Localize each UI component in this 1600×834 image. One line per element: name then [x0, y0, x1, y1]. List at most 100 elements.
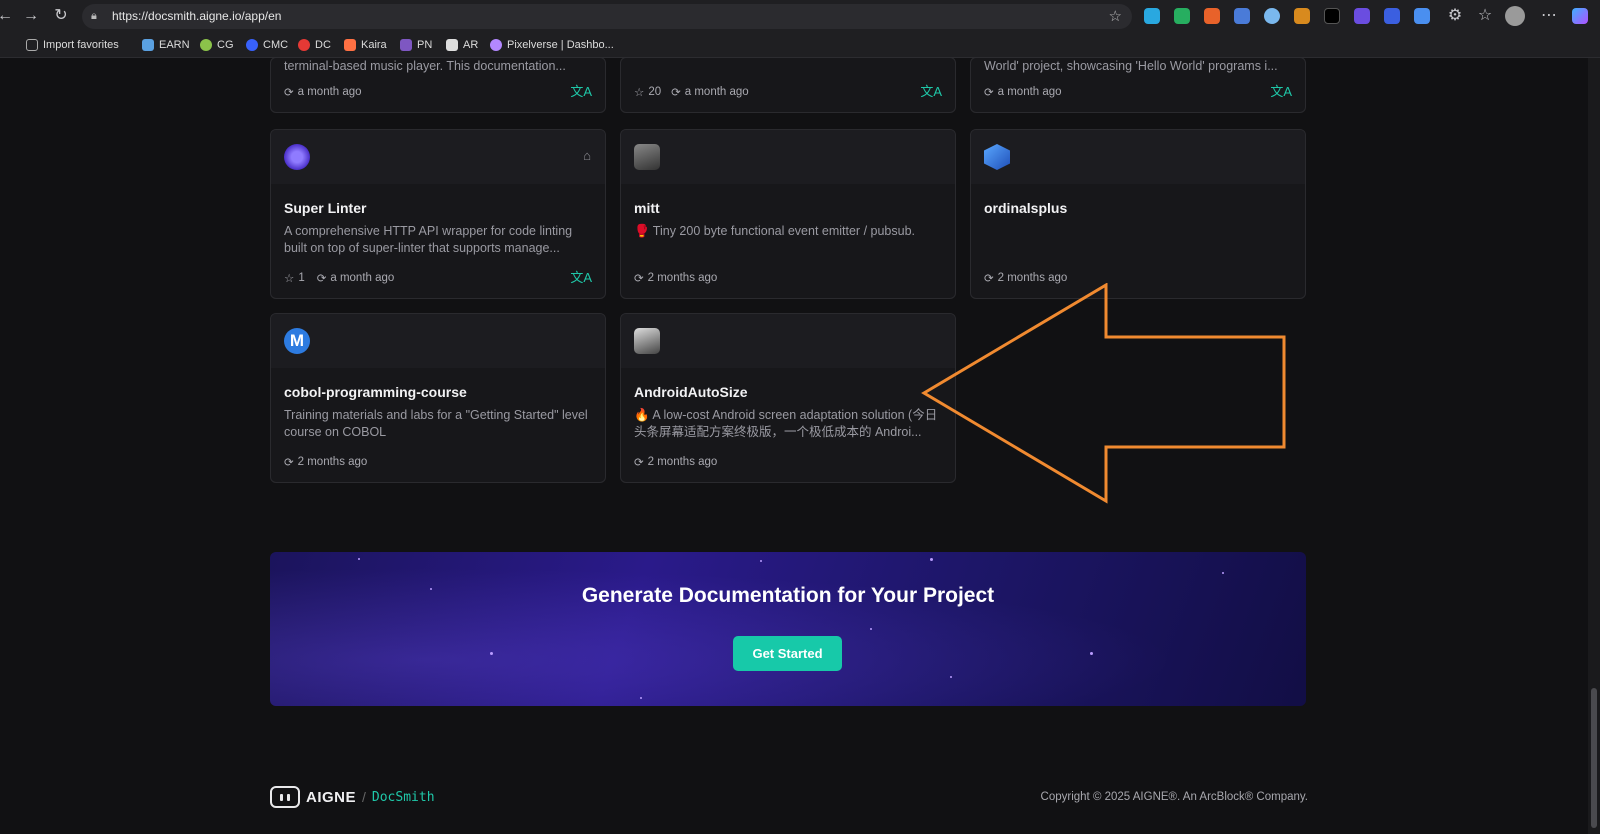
bookmark-label: AR: [463, 39, 479, 51]
back-icon[interactable]: ←: [0, 5, 16, 27]
project-card-androidautosize[interactable]: AndroidAutoSize 🔥 A low-cost Android scr…: [620, 313, 956, 483]
card-stars: 20: [648, 86, 662, 98]
translate-icon: 文A: [570, 84, 592, 99]
card-header: [621, 130, 955, 184]
banner-star: [1222, 572, 1224, 574]
card-meta: ☆ 1 ⟳ a month ago: [284, 271, 394, 285]
banner-headline: Generate Documentation for Your Project: [581, 584, 995, 607]
banner-star: [930, 558, 933, 561]
extension-icon[interactable]: [1354, 8, 1370, 24]
bookmark-import-favorites[interactable]: Import favorites: [26, 37, 119, 53]
card-meta: ⟳ 2 months ago: [284, 455, 367, 469]
reload-icon[interactable]: ↻: [50, 5, 72, 27]
bookmark-icon: [298, 39, 310, 51]
banner-star: [490, 652, 493, 655]
bookmark-cg[interactable]: CG: [200, 37, 234, 53]
bookmarks-bar: Import favorites EARN CG CMC DC Kaira PN…: [0, 34, 1600, 56]
project-card-super-linter[interactable]: ⌂ Super Linter A comprehensive HTTP API …: [270, 129, 606, 299]
card-title: cobol-programming-course: [284, 384, 467, 400]
project-card-mitt[interactable]: mitt 🥊 Tiny 200 byte functional event em…: [620, 129, 956, 299]
card-updated: a month ago: [297, 86, 362, 98]
card-title: mitt: [634, 200, 660, 216]
footer-logo[interactable]: AIGNE / DocSmith: [270, 786, 435, 808]
update-icon: ⟳: [284, 457, 294, 469]
project-card[interactable]: World' project, showcasing 'Hello World'…: [970, 58, 1306, 113]
cta-banner: Generate Documentation for Your Project …: [270, 552, 1306, 706]
extension-icon[interactable]: [1144, 8, 1160, 24]
extension-icon[interactable]: [1384, 8, 1400, 24]
page-scrollbar[interactable]: [1588, 58, 1600, 834]
card-meta: ⟳ a month ago: [284, 85, 362, 99]
scrollbar-thumb[interactable]: [1591, 688, 1597, 828]
bookmark-label: Pixelverse | Dashbo...: [507, 39, 614, 51]
card-meta: ⟳ 2 months ago: [634, 455, 717, 469]
card-header: [271, 314, 605, 368]
androidautosize-avatar-icon: [634, 328, 660, 354]
card-updated: 2 months ago: [647, 456, 718, 468]
bookmark-kaira[interactable]: Kaira: [344, 37, 387, 53]
bookmark-icon: [400, 39, 412, 51]
extension-icon[interactable]: [1174, 8, 1190, 24]
card-description: A comprehensive HTTP API wrapper for cod…: [284, 224, 573, 255]
extension-icon[interactable]: [1234, 8, 1250, 24]
bookmark-pn[interactable]: PN: [400, 37, 432, 53]
page-content: terminal-based music player. This docume…: [0, 58, 1588, 834]
footer-product: DocSmith: [371, 789, 435, 805]
extension-icon[interactable]: [1414, 8, 1430, 24]
extensions-puzzle-icon[interactable]: ⚙: [1444, 5, 1466, 27]
card-description: terminal-based music player. This docume…: [284, 59, 566, 73]
bookmark-icon: [446, 39, 458, 51]
extension-icon[interactable]: [1264, 8, 1280, 24]
update-icon: ⟳: [634, 457, 644, 469]
banner-star: [1090, 652, 1093, 655]
bookmark-icon: [490, 39, 502, 51]
url-text[interactable]: https://docsmith.aigne.io/app/en: [112, 9, 281, 23]
card-updated: a month ago: [330, 272, 395, 284]
banner-glow: [270, 552, 1306, 706]
bookmark-dc[interactable]: DC: [298, 37, 331, 53]
annotation-arrow-icon: [921, 283, 1286, 504]
favorite-star-icon[interactable]: ☆: [1109, 7, 1122, 25]
card-title: ordinalsplus: [984, 200, 1068, 216]
cobol-m-logo-icon: M: [284, 328, 310, 354]
profile-avatar-icon[interactable]: [1505, 6, 1525, 26]
update-icon: ⟳: [634, 273, 644, 285]
extension-icon[interactable]: [1324, 8, 1340, 24]
project-card[interactable]: ☆ 20 ⟳ a month ago 文A: [620, 58, 956, 113]
card-updated: 2 months ago: [647, 272, 718, 284]
project-card-cobol[interactable]: M cobol-programming-course Training mate…: [270, 313, 606, 483]
project-card-ordinalsplus[interactable]: ordinalsplus ⟳ 2 months ago: [970, 129, 1306, 299]
bookmark-icon: [200, 39, 212, 51]
copilot-icon[interactable]: [1572, 8, 1588, 24]
super-linter-logo-icon: [284, 144, 310, 170]
extension-icon[interactable]: [1294, 8, 1310, 24]
card-description: 🥊 Tiny 200 byte functional event emitter…: [634, 224, 915, 238]
forward-icon[interactable]: →: [20, 5, 42, 27]
bookmark-ar[interactable]: AR: [446, 37, 478, 53]
update-icon: ⟳: [984, 87, 994, 99]
translate-icon: 文A: [920, 84, 942, 99]
update-icon: ⟳: [671, 87, 681, 99]
bookmark-label: DC: [315, 39, 331, 51]
project-card[interactable]: terminal-based music player. This docume…: [270, 58, 606, 113]
card-description: World' project, showcasing 'Hello World'…: [984, 59, 1278, 73]
extension-icon[interactable]: [1204, 8, 1220, 24]
banner-star: [640, 697, 642, 699]
bookmark-earn[interactable]: EARN: [142, 37, 190, 53]
banner-star: [760, 560, 762, 562]
get-started-button[interactable]: Get Started: [733, 636, 842, 671]
bookmark-pixelverse[interactable]: Pixelverse | Dashbo...: [490, 37, 614, 53]
more-menu-icon[interactable]: ⋯: [1538, 5, 1560, 27]
card-updated: 2 months ago: [297, 456, 368, 468]
bookmark-cmc[interactable]: CMC: [246, 37, 288, 53]
card-updated: a month ago: [684, 86, 749, 98]
bookmark-label: Kaira: [361, 39, 387, 51]
github-icon[interactable]: ⌂: [583, 148, 591, 163]
banner-star: [358, 558, 360, 560]
card-description: 🔥 A low-cost Android screen adaptation s…: [634, 408, 938, 439]
card-description: Training materials and labs for a "Getti…: [284, 408, 588, 439]
star-icon: ☆: [634, 87, 645, 99]
address-bar[interactable]: 🔒︎ https://docsmith.aigne.io/app/en ☆: [82, 4, 1132, 29]
bookmark-icon: [142, 39, 154, 51]
favorites-icon[interactable]: ☆: [1474, 5, 1496, 27]
